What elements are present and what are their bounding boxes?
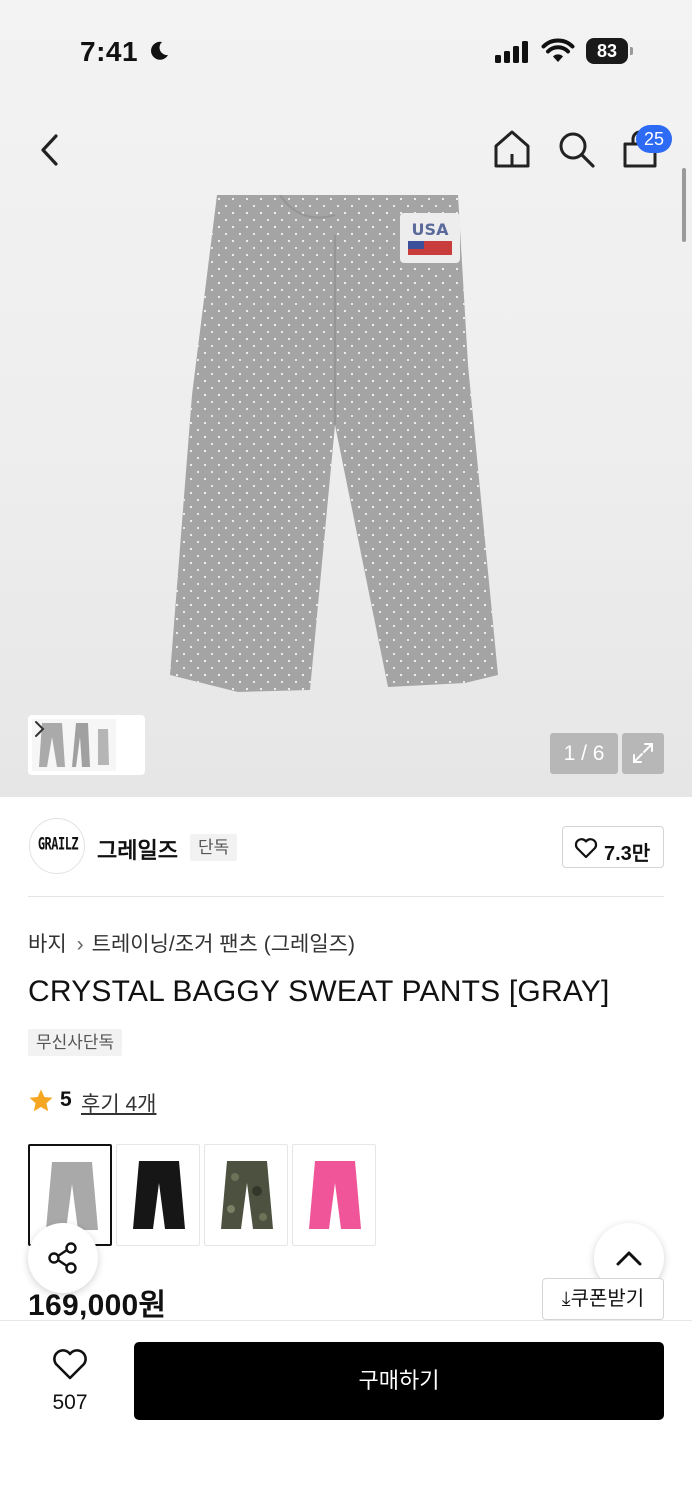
status-bar: 7:41 83 xyxy=(0,0,692,100)
pants-gray-thumbnail xyxy=(46,1162,98,1230)
chevron-up-icon xyxy=(616,1251,642,1266)
signal-icon xyxy=(495,41,528,63)
share-icon xyxy=(48,1242,77,1274)
battery-indicator: 83 xyxy=(586,38,634,64)
svg-text:USA: USA xyxy=(412,220,450,239)
brand-exclusive-tag: 단독 xyxy=(190,834,238,861)
brand-like-button[interactable]: 7.3만 xyxy=(562,826,664,868)
top-nav-bar: 25 xyxy=(0,120,692,180)
search-icon[interactable] xyxy=(555,128,597,170)
status-time: 7:41 xyxy=(80,36,139,67)
rating-value: 5 xyxy=(60,1088,72,1111)
moon-icon xyxy=(151,41,168,60)
battery-level: 83 xyxy=(586,38,628,64)
pants-pink-thumbnail xyxy=(309,1161,361,1229)
section-divider xyxy=(28,896,664,897)
expand-image-button[interactable] xyxy=(622,733,664,774)
product-title: CRYSTAL BAGGY SWEAT PANTS [GRAY] xyxy=(28,975,610,1008)
coupon-button[interactable]: ⤓쿠폰받기 xyxy=(542,1278,664,1320)
coupon-label: 쿠폰받기 xyxy=(570,1288,645,1310)
download-icon: ⤓ xyxy=(561,1288,571,1310)
color-option-camo[interactable] xyxy=(204,1144,288,1246)
chevron-right-icon xyxy=(35,721,45,737)
chevron-right-icon: › xyxy=(76,933,84,956)
brand-logo[interactable]: GRAILZ xyxy=(29,818,85,874)
breadcrumb-subcategory[interactable]: 트레이닝/조거 팬츠 (그레일즈) xyxy=(92,933,355,956)
product-image[interactable]: USA xyxy=(160,195,510,700)
scroll-indicator xyxy=(682,168,686,242)
home-icon[interactable] xyxy=(491,128,533,170)
star-icon xyxy=(29,1089,53,1112)
product-price: 169,000원 xyxy=(28,1289,167,1322)
buy-button[interactable]: 구매하기 xyxy=(134,1342,664,1420)
breadcrumb: 바지 › 트레이닝/조거 팬츠 (그레일즈) xyxy=(28,928,355,958)
color-option-pink[interactable] xyxy=(292,1144,376,1246)
cart-count-badge: 25 xyxy=(636,125,672,153)
wishlist-button[interactable]: 507 xyxy=(30,1345,110,1421)
exclusive-badge: 무신사단독 xyxy=(28,1029,123,1056)
image-page-indicator: 1 / 6 xyxy=(550,733,618,774)
brand-like-count: 7.3만 xyxy=(604,843,651,865)
heart-outline-icon xyxy=(574,838,598,859)
wifi-icon xyxy=(541,38,575,62)
pants-camo-thumbnail xyxy=(221,1161,273,1229)
heart-outline-icon xyxy=(53,1349,87,1380)
battery-tip xyxy=(630,47,633,55)
color-option-black[interactable] xyxy=(116,1144,200,1246)
expand-icon xyxy=(633,743,653,763)
back-arrow-icon[interactable] xyxy=(30,130,70,170)
thumbnail-strip[interactable] xyxy=(28,715,145,775)
wishlist-count: 507 xyxy=(52,1391,88,1414)
bottom-action-bar: 507 구매하기 xyxy=(0,1320,692,1500)
breadcrumb-category[interactable]: 바지 xyxy=(28,933,67,956)
review-count-link[interactable]: 후기 4개 xyxy=(81,1088,156,1118)
product-gallery[interactable]: 7:41 83 25 USA 1 / 6 xyxy=(0,0,692,797)
brand-logo-text: GRAILZ xyxy=(37,834,79,854)
brand-name[interactable]: 그레일즈 xyxy=(97,833,178,865)
pants-black-thumbnail xyxy=(133,1161,185,1229)
